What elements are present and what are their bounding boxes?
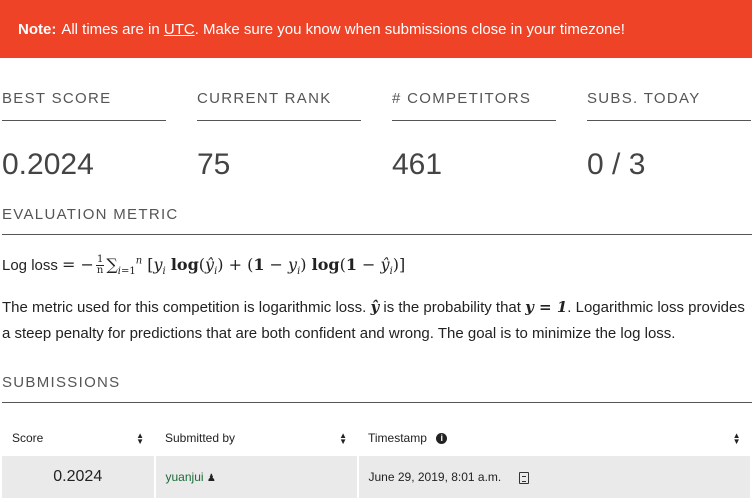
- timestamp-value: June 29, 2019, 8:01 a.m.: [368, 470, 502, 484]
- submissions-title: SUBMISSIONS: [2, 374, 752, 403]
- desc-part-1: The metric used for this competition is …: [2, 299, 371, 316]
- sort-icon[interactable]: ▲ ▼: [733, 432, 741, 446]
- current-rank-stat: CURRENT RANK 75: [197, 90, 361, 181]
- note-text-pre: All times are in: [61, 20, 160, 38]
- info-icon[interactable]: i: [436, 433, 448, 445]
- user-icon: ♟: [206, 473, 216, 484]
- best-score-stat: BEST SCORE 0.2024: [2, 90, 166, 181]
- score-header-label: Score: [12, 431, 44, 445]
- file-icon[interactable]: [518, 471, 529, 484]
- current-rank-label: CURRENT RANK: [197, 90, 361, 121]
- competitors-stat: # COMPETITORS 461: [392, 90, 556, 181]
- note-text-post: . Make sure you know when submissions cl…: [194, 20, 625, 38]
- desc-part-2: is the probability that: [379, 299, 526, 316]
- timestamp-cell: June 29, 2019, 8:01 a.m.: [357, 456, 752, 498]
- metric-description: The metric used for this competition is …: [2, 294, 754, 347]
- note-label: Note:: [18, 20, 57, 38]
- yhat-symbol: ŷ: [370, 298, 380, 316]
- log-loss-formula: Log loss = −1 n ∑i=1n [yi log(ŷi) + (1 − y…: [2, 254, 406, 278]
- submissions-table: Score ▲ ▼ Submitted by ▲ ▼ Timestamp i ▲ ▼ …: [2, 420, 752, 498]
- current-rank-value: 75: [197, 148, 231, 181]
- score-cell: 0.2024: [2, 456, 156, 498]
- competitors-label: # COMPETITORS: [392, 90, 556, 121]
- timestamp-column-header[interactable]: Timestamp i ▲ ▼: [357, 420, 752, 456]
- submitted-by-cell: yuanjui ♟: [154, 456, 359, 498]
- utc-notice-banner: Note: All times are in UTC. Make sure yo…: [0, 0, 752, 58]
- formula-label: Log loss: [2, 257, 58, 274]
- best-score-label: BEST SCORE: [2, 90, 166, 121]
- subs-today-stat: SUBS. TODAY 0 / 3: [587, 90, 751, 181]
- sort-icon[interactable]: ▲ ▼: [339, 432, 347, 446]
- competitors-value: 461: [392, 148, 443, 181]
- formula-expression: = −1 n ∑i=1n [yi log(ŷi) + (1 − yi) log(1 …: [62, 254, 406, 278]
- sort-icon[interactable]: ▲ ▼: [136, 432, 144, 446]
- submitted-by-header-label: Submitted by: [165, 431, 236, 445]
- evaluation-metric-title: EVALUATION METRIC: [2, 206, 752, 235]
- submitted-by-column-header[interactable]: Submitted by ▲ ▼: [154, 420, 358, 456]
- best-score-value: 0.2024: [2, 148, 94, 181]
- table-header-row: Score ▲ ▼ Submitted by ▲ ▼ Timestamp i ▲ ▼: [2, 420, 752, 456]
- subs-today-value: 0 / 3: [587, 148, 646, 181]
- utc-link[interactable]: UTC: [164, 21, 195, 38]
- timestamp-header-label: Timestamp: [368, 431, 427, 445]
- subs-today-label: SUBS. TODAY: [587, 90, 751, 121]
- table-row: 0.2024 yuanjui ♟ June 29, 2019, 8:01 a.m…: [2, 456, 752, 498]
- score-column-header[interactable]: Score ▲ ▼: [2, 420, 155, 456]
- y-equals-1: y = 1: [525, 298, 568, 316]
- user-link[interactable]: yuanjui: [166, 470, 204, 484]
